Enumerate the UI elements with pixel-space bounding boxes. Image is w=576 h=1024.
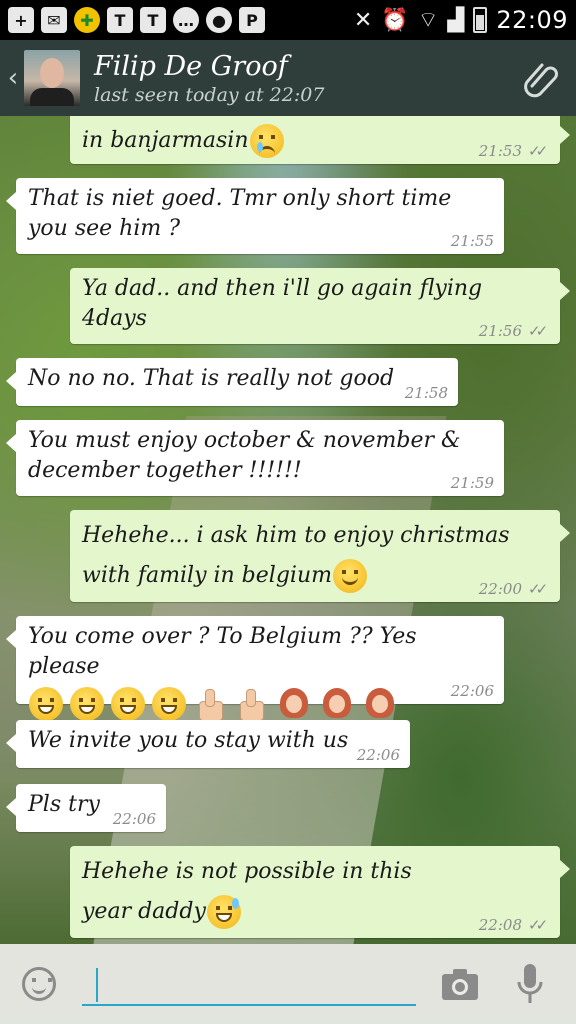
girl-emoji bbox=[362, 686, 398, 722]
message-time: 22:08 bbox=[478, 916, 522, 934]
back-icon[interactable]: ‹ bbox=[2, 63, 24, 93]
message-text: That is niet goed. Tmr only short time y… bbox=[28, 186, 452, 241]
plus-icon: + bbox=[8, 7, 34, 33]
message-text: No no no. That is really not good bbox=[28, 366, 395, 391]
emoji-row bbox=[28, 686, 492, 722]
message-text: in banjarmasin bbox=[82, 128, 249, 153]
message-bubble[interactable]: No no no. That is really not good 21:58 bbox=[6, 358, 458, 406]
message-time: 21:58 bbox=[404, 384, 448, 402]
message-time: 22:06 bbox=[450, 682, 494, 700]
message-text: Hehehe is not possible in this year dadd… bbox=[82, 859, 412, 924]
p-icon: P bbox=[239, 7, 265, 33]
double-check-icon: ✓✓ bbox=[528, 142, 548, 160]
compose-bar bbox=[0, 944, 576, 1024]
message-time: 21:56 bbox=[478, 322, 522, 340]
t-icon: T bbox=[107, 7, 133, 33]
message-bubble[interactable]: Hehehe is not possible in this year dadd… bbox=[70, 846, 570, 938]
message-bubble[interactable]: We invite you to stay with us 22:06 bbox=[6, 720, 410, 768]
message-bubble[interactable]: Ya dad.. and then i'll go again flying 4… bbox=[70, 268, 570, 344]
alarm-icon: ⏰ bbox=[381, 7, 409, 33]
chat-icon: … bbox=[173, 7, 199, 33]
message-time: 21:53 bbox=[478, 142, 522, 160]
message-bubble[interactable]: in banjarmasin 21:53 ✓✓ bbox=[70, 116, 570, 164]
last-seen-status: last seen today at 22:07 bbox=[94, 83, 325, 106]
message-bubble[interactable]: That is niet goed. Tmr only short time y… bbox=[6, 178, 504, 254]
wifi-icon: ⌔ bbox=[417, 8, 439, 33]
message-time: 21:55 bbox=[450, 232, 494, 250]
message-bubble[interactable]: You must enjoy october & november & dece… bbox=[6, 420, 504, 496]
thumbs-up-emoji bbox=[193, 687, 227, 721]
message-input[interactable] bbox=[82, 962, 416, 1006]
grinning-emoji bbox=[111, 687, 146, 721]
message-time: 22:06 bbox=[112, 810, 156, 828]
message-time: 22:00 bbox=[478, 580, 522, 598]
thumbs-up-emoji bbox=[234, 687, 268, 721]
sweat-smile-emoji bbox=[206, 895, 241, 929]
crying-emoji bbox=[249, 124, 284, 158]
text-cursor bbox=[96, 968, 98, 1002]
double-check-icon: ✓✓ bbox=[528, 322, 548, 340]
message-bubble[interactable]: Pls try 22:06 bbox=[6, 784, 166, 832]
girl-emoji bbox=[276, 686, 312, 722]
talk-icon: ● bbox=[206, 7, 232, 33]
camera-icon[interactable] bbox=[440, 966, 480, 1002]
message-text: We invite you to stay with us bbox=[28, 728, 349, 753]
emoji-icon[interactable] bbox=[22, 967, 56, 1001]
message-text: You must enjoy october & november & dece… bbox=[28, 428, 461, 483]
contact-name: Filip De Groof bbox=[94, 50, 288, 82]
paperclip-icon[interactable] bbox=[518, 56, 562, 100]
girl-emoji bbox=[319, 686, 355, 722]
message-list[interactable]: in banjarmasin 21:53 ✓✓ That is niet goed… bbox=[0, 116, 576, 944]
muted-icon: ✕ bbox=[353, 7, 373, 33]
message-time: 22:06 bbox=[356, 746, 400, 764]
grinning-emoji bbox=[29, 687, 63, 721]
microphone-icon[interactable] bbox=[516, 962, 544, 1006]
mail-icon: ✉ bbox=[41, 7, 67, 33]
double-check-icon: ✓✓ bbox=[528, 580, 548, 598]
status-time: 22:09 bbox=[496, 6, 568, 34]
status-bar: + ✉ ✚ T T … ● P ✕ ⏰ ⌔ ▟ 22:09 bbox=[0, 0, 576, 40]
grinning-emoji bbox=[70, 687, 105, 721]
avatar[interactable] bbox=[24, 50, 80, 106]
message-text: You come over ? To Belgium ?? Yes please bbox=[28, 624, 417, 679]
app-icon: ✚ bbox=[74, 7, 100, 33]
double-check-icon: ✓✓ bbox=[528, 916, 548, 934]
smiling-emoji bbox=[332, 559, 367, 593]
message-bubble[interactable]: Hehehe... i ask him to enjoy christmas w… bbox=[70, 510, 570, 602]
t-icon: T bbox=[140, 7, 166, 33]
signal-icon: ▟ bbox=[447, 7, 465, 33]
message-text: Hehehe... i ask him to enjoy christmas w… bbox=[82, 523, 510, 588]
grinning-emoji bbox=[152, 687, 187, 721]
message-time: 21:59 bbox=[450, 474, 494, 492]
chat-header: ‹ Filip De Groof last seen today at 22:0… bbox=[0, 40, 576, 116]
contact-info[interactable]: Filip De Groof last seen today at 22:07 bbox=[94, 51, 324, 106]
message-bubble[interactable]: You come over ? To Belgium ?? Yes please… bbox=[6, 616, 504, 721]
battery-icon bbox=[473, 7, 488, 33]
